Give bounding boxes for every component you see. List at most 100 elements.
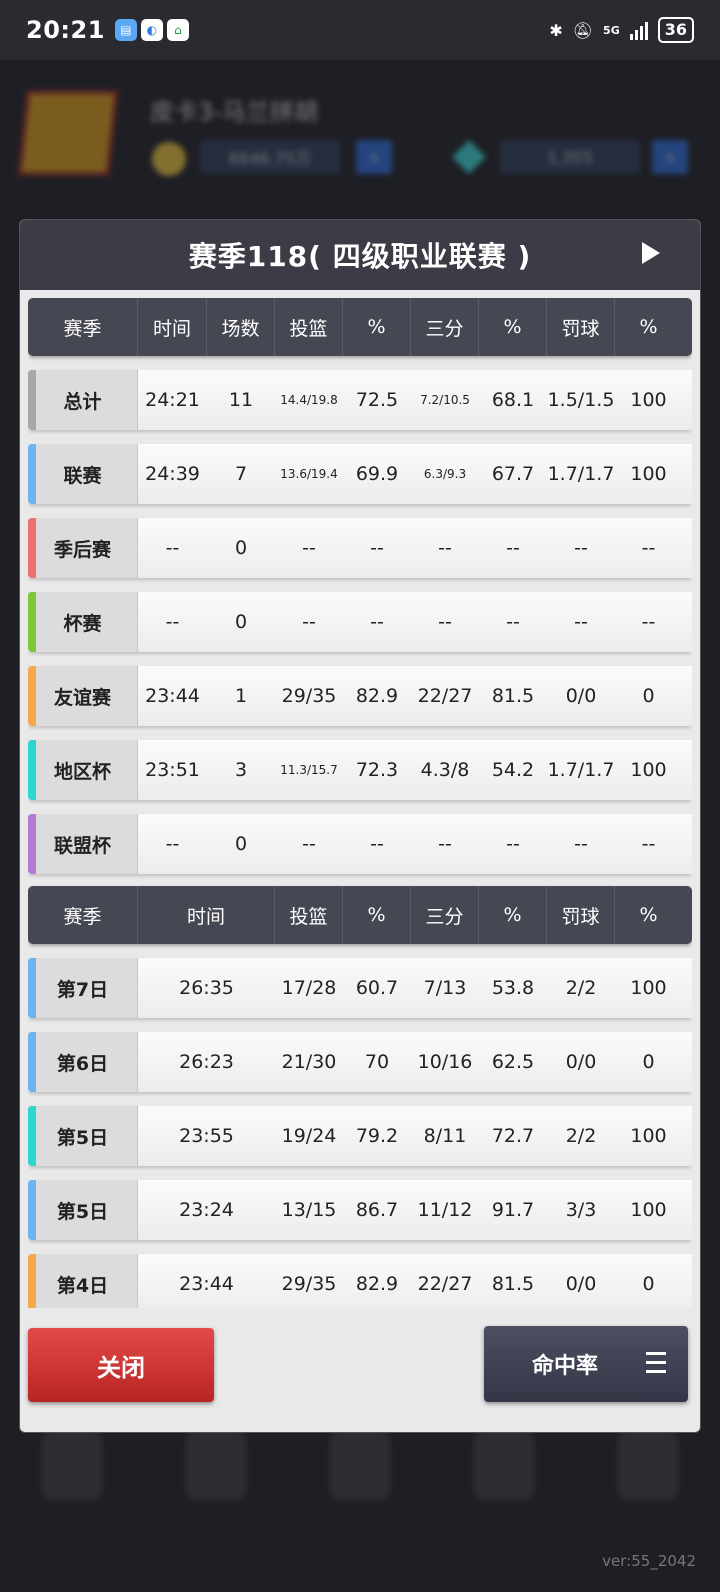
season-table-body: 总计 24:21 11 14.4/19.8 72.5 7.2/10.5 68.1 1.5/1.… (28, 370, 692, 874)
table-row[interactable]: 第5日 23:55 19/24 79.2 8/11 72.7 2/2 100 (28, 1106, 692, 1166)
stats-scroll-area[interactable]: 赛季 时间 场数 投篮 % 三分 % 罚球 % 总计 24:21 11 14.4/19… (28, 298, 692, 1308)
table-cell: 0 (642, 685, 655, 707)
sort-by-button[interactable]: 命中率 (484, 1326, 688, 1402)
add-gems-button[interactable]: + (652, 140, 688, 174)
next-season-icon[interactable] (642, 242, 660, 264)
table-cell: 81.5 (491, 1273, 535, 1295)
screen: 20:21 ▤ ◐ ⌂ ✱ 🔕︎ 5G 36 皮卡3-马兰拼胡 6646.75万… (0, 0, 720, 1592)
table-row[interactable]: 总计 24:21 11 14.4/19.8 72.5 7.2/10.5 68.1 1.5/1.… (28, 370, 692, 430)
table-cell: 0 (234, 537, 248, 559)
table-cell: 0 (642, 1273, 655, 1295)
table-cell: 10/16 (417, 1051, 473, 1073)
col-header: % (479, 298, 547, 356)
gem-balance: 1,355 (500, 140, 640, 174)
table-row[interactable]: 联赛 24:39 7 13.6/19.4 69.9 6.3/9.3 67.7 1.7/1.7 1… (28, 444, 692, 504)
row-color-bar (28, 958, 36, 1018)
col-header: 赛季 (28, 298, 138, 356)
table-cell: -- (370, 611, 384, 633)
row-label: 联赛 (28, 444, 138, 504)
gem-icon (452, 140, 486, 174)
table-row[interactable]: 第4日 23:44 29/35 82.9 22/27 81.5 0/0 0 (28, 1254, 692, 1308)
status-bar: 20:21 ▤ ◐ ⌂ ✱ 🔕︎ 5G 36 (0, 0, 720, 60)
col-header: 三分 (411, 886, 479, 944)
table-cell: 14.4/19.8 (280, 393, 338, 407)
nav-item-league[interactable] (330, 1430, 390, 1500)
table-cell: 0/0 (565, 1273, 597, 1295)
table-cell: 53.8 (491, 977, 535, 999)
book-app-icon: ▤ (114, 19, 137, 41)
table-cell: -- (165, 833, 180, 855)
table-cell: 60.7 (355, 977, 399, 999)
nav-item-more[interactable] (618, 1430, 678, 1500)
table-cell: 54.2 (491, 759, 535, 781)
table-cell: 11 (228, 389, 254, 411)
table-cell: 29/35 (281, 685, 337, 707)
table-cell: 0/0 (565, 685, 597, 707)
row-cells: 23:51 3 11.3/15.7 72.3 4.3/8 54.2 1.7/1.7 100 (138, 740, 692, 800)
col-header: % (343, 298, 411, 356)
table-cell: 0 (234, 611, 248, 633)
dialog-header: 赛季118( 四级职业联赛 ) (20, 220, 700, 290)
close-button[interactable]: 关闭 (28, 1328, 214, 1402)
nav-item-team[interactable] (42, 1430, 102, 1500)
row-color-bar (28, 592, 36, 652)
table-cell: 100 (630, 759, 667, 781)
table-row[interactable]: 第5日 23:24 13/15 86.7 11/12 91.7 3/3 100 (28, 1180, 692, 1240)
table-cell: 72.7 (491, 1125, 535, 1147)
row-cells: 23:44 1 29/35 82.9 22/27 81.5 0/0 0 (138, 666, 692, 726)
table-cell: 100 (630, 389, 667, 411)
table-cell: -- (302, 833, 316, 855)
table-cell: 86.7 (355, 1199, 399, 1221)
row-color-bar (28, 814, 36, 874)
table-cell: -- (370, 833, 384, 855)
table-cell: -- (574, 611, 588, 633)
table-cell: 82.9 (355, 1273, 399, 1295)
row-color-bar (28, 518, 36, 578)
menu-icon (646, 1352, 666, 1374)
table-cell: 13.6/19.4 (280, 467, 338, 481)
coin-balance: 6646.75万 (200, 140, 340, 174)
team-logo (17, 90, 119, 176)
notification-icons: ▤ ◐ ⌂ (114, 19, 189, 41)
col-header: 时间 (138, 886, 275, 944)
table-cell: 17/28 (281, 977, 337, 999)
battery-level: 36 (657, 17, 694, 43)
table-cell: -- (302, 537, 316, 559)
table-row[interactable]: 第7日 26:35 17/28 60.7 7/13 53.8 2/2 100 (28, 958, 692, 1018)
table-cell: 22/27 (417, 1273, 473, 1295)
table-cell: -- (641, 537, 656, 559)
col-header: % (639, 904, 658, 926)
table-cell: 21/30 (281, 1051, 337, 1073)
table-cell: 62.5 (491, 1051, 535, 1073)
table-row[interactable]: 地区杯 23:51 3 11.3/15.7 72.3 4.3/8 54.2 1.7/1.7 10… (28, 740, 692, 800)
table-cell: 0 (234, 833, 248, 855)
row-label: 第4日 (28, 1254, 138, 1308)
row-cells: 26:35 17/28 60.7 7/13 53.8 2/2 100 (138, 958, 692, 1018)
table-row[interactable]: 季后赛 -- 0 -- -- -- -- -- -- (28, 518, 692, 578)
table-row[interactable]: 杯赛 -- 0 -- -- -- -- -- -- (28, 592, 692, 652)
table-cell: 29/35 (281, 1273, 337, 1295)
table-cell: 7/13 (423, 977, 467, 999)
table-cell: -- (438, 611, 452, 633)
table-row[interactable]: 第6日 26:23 21/30 70 10/16 62.5 0/0 0 (28, 1032, 692, 1092)
table-cell: -- (165, 537, 180, 559)
table-cell: 23:51 (145, 759, 200, 781)
table-row[interactable]: 联盟杯 -- 0 -- -- -- -- -- -- (28, 814, 692, 874)
table-cell: 3/3 (565, 1199, 597, 1221)
row-label: 联盟杯 (28, 814, 138, 874)
table-cell: 22/27 (417, 685, 473, 707)
row-cells: -- 0 -- -- -- -- -- -- (138, 814, 692, 874)
table-cell: 72.5 (355, 389, 399, 411)
season-table-header: 赛季 时间 场数 投篮 % 三分 % 罚球 % (28, 298, 692, 356)
add-coins-button[interactable]: + (356, 140, 392, 174)
table-cell: 7.2/10.5 (420, 393, 470, 407)
table-row[interactable]: 友谊赛 23:44 1 29/35 82.9 22/27 81.5 0/0 0 (28, 666, 692, 726)
nav-item-market[interactable] (474, 1430, 534, 1500)
row-color-bar (28, 370, 36, 430)
nav-item-trophy[interactable] (186, 1430, 246, 1500)
row-cells: 23:24 13/15 86.7 11/12 91.7 3/3 100 (138, 1180, 692, 1240)
table-cell: -- (506, 611, 520, 633)
table-cell: 1.7/1.7 (547, 463, 615, 485)
table-cell: 79.2 (355, 1125, 399, 1147)
table-cell: -- (302, 611, 316, 633)
